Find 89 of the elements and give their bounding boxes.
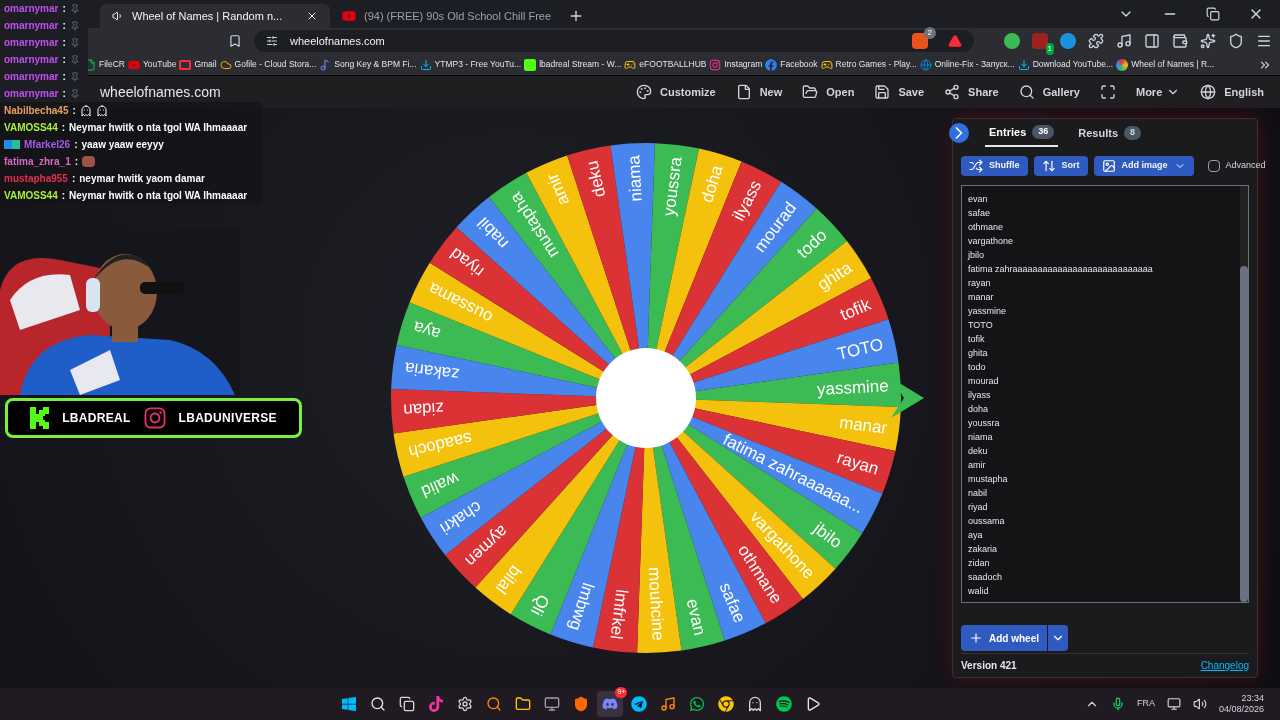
chat-colon: : [71,172,76,186]
tab-title: Wheel of Names | Random n... [132,8,284,24]
chat-colon: : [62,2,66,16]
entry-line: zakaria [968,543,998,556]
chat-colon: : [74,155,79,169]
tab-title: (94) (FREE) 90s Old School Chill Free [364,8,552,24]
entry-line: fatima zahraaaaaaaaaaaaaaaaaaaaaaaaaaaa [968,263,1154,276]
chat-username: mustapha955 [4,172,68,186]
entry-line: rayan [968,277,992,290]
entry-line: mustapha [968,473,1009,486]
segment-label: yassmine [816,376,890,400]
chat-colon: : [61,189,66,203]
chat-username: VAMOSS44 [4,189,58,203]
entry-line: tofik [968,333,986,346]
segment-label: niama [624,154,646,203]
segment-label: youssra [659,155,686,218]
chat-username: Nabilbecha45 [4,104,69,118]
entry-line: niama [968,431,994,444]
segment-label: mouhcine [644,566,668,642]
count-badge: 36 [1032,125,1055,139]
chat-colon: : [62,19,66,33]
chat-username: omarnymar [4,70,59,84]
chat-colon: : [72,104,76,118]
chat-username: fatima_zhra_1 [4,155,71,169]
entry-line: deku [968,445,989,458]
segment-label: aya [411,317,443,344]
entry-line: youssra [968,417,1001,430]
clock-date: 04/08/2026 [1218,704,1264,716]
chat-text: neymar hwitk yaom damar [79,172,205,186]
segment-label: doha [697,163,727,205]
segment-label: TOTO [835,334,885,364]
chat-username: omarnymar [4,87,59,101]
entry-line: safae [968,207,992,220]
entry-line: othmane [968,221,1005,234]
entry-line: ghita [968,347,989,360]
chat-colon: : [62,87,66,101]
url-text: wheelofnames.com [290,33,386,49]
chat-username: omarnymar [4,2,59,16]
clock-time: 23:34 [1241,692,1264,704]
chat-username: omarnymar [4,36,59,50]
entry-line: doha [968,403,990,416]
chat-text: Neymar hwitk o nta tgol WA lhmaaaar [69,189,248,203]
entry-line: amir [968,459,987,472]
entry-line: TOTO [968,319,994,332]
chat-username: Mfarkel26 [24,138,71,152]
segment-label: jbilo [809,518,846,553]
segment-label: zakaria [403,358,461,384]
notification-badge: 1 [1045,43,1054,55]
social-handle: LBADUNIVERSE [178,410,277,427]
segment-label: saadoch [407,428,474,462]
entry-line: evan [968,193,989,206]
chat-username: omarnymar [4,19,59,33]
checkbox-label: Advanced [1225,159,1266,173]
chat-colon: : [74,138,78,152]
entry-line: walid [968,585,990,598]
entry-line: riyad [968,501,989,514]
segment-label: lmfrkel [606,588,632,641]
entry-line: mourad [968,375,1000,388]
social-handle: LBADREAL [62,410,131,427]
segment-label: Qli [526,591,554,619]
segment-label: manar [838,412,889,438]
entry-line: yassmine [968,305,1007,318]
chat-colon: : [62,70,66,84]
segment-label: zidan [402,398,445,420]
segment-label: evan [682,596,710,637]
entry-line: manar [968,291,995,304]
segment-label: walid [418,468,462,502]
chat-text: yaaw yaaw eeyyy [81,138,164,152]
chat-username: VAMOSS44 [4,121,58,135]
entry-line: vargathone [968,235,1015,248]
entry-line: nabil [968,487,988,500]
chat-colon: : [61,121,66,135]
entry-line: todo [968,361,987,374]
entry-line: zidan [968,557,991,570]
entry-line: aya [968,529,984,542]
entry-line: jbilo [968,249,985,262]
entry-line: oussama [968,515,1006,528]
count-badge: 8 [1124,126,1142,140]
segment-label: riyad [446,243,488,282]
chat-colon: : [62,53,66,67]
segment-label: lmbwg [565,580,598,633]
chat-colon: : [62,36,66,50]
chat-username: omarnymar [4,53,59,67]
segment-label: tofik [837,294,874,325]
entry-line: saadoch [968,571,1004,584]
chat-text: Neymar hwitk o nta tgol WA lhmaaaar [69,121,248,135]
version-text: Version 421 [961,659,1017,673]
entry-line: ilyass [968,389,992,402]
segment-label: deku [582,159,610,200]
